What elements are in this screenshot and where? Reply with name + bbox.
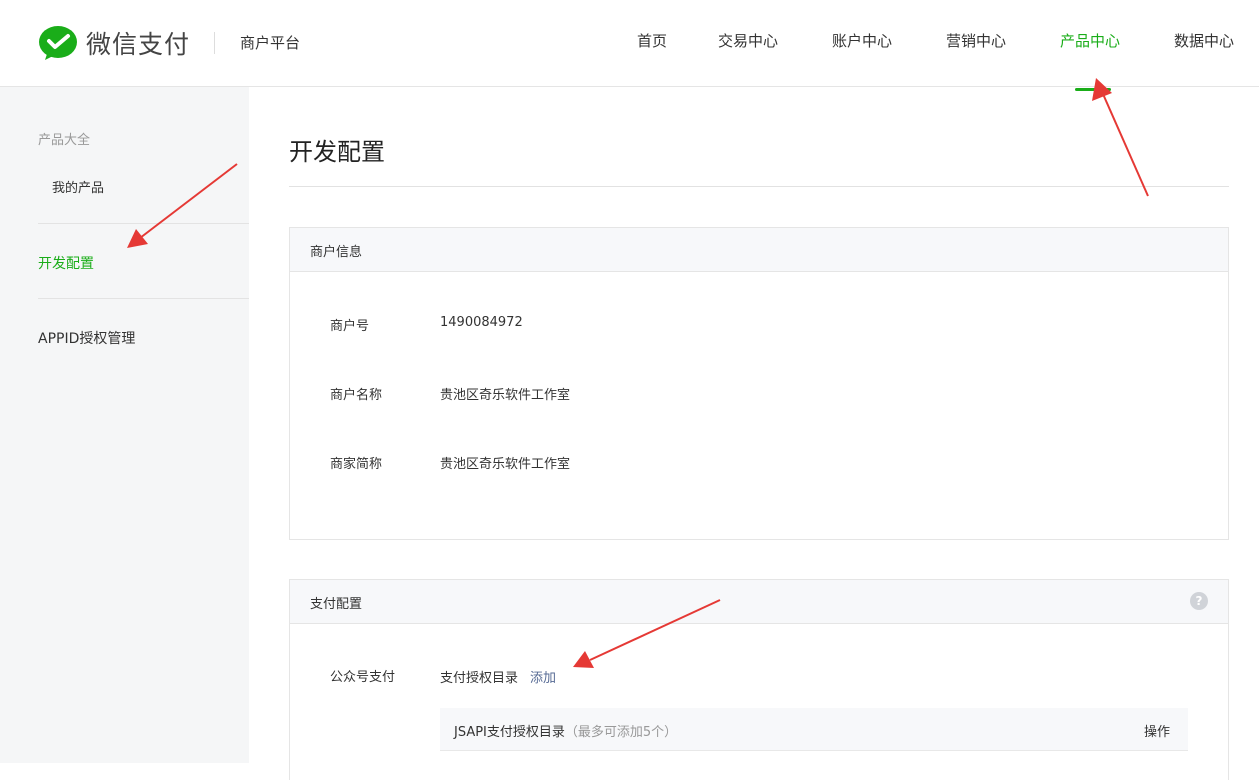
help-icon[interactable]: ? [1190,592,1208,610]
jsapi-operation-header: 操作 [1143,725,1170,740]
top-header: 微信支付 商户平台 首页 交易中心 账户中心 营销中心 产品中心 数据中心 [0,0,1259,91]
sidebar-item-appid-auth[interactable]: APPID授权管理 [38,328,135,348]
merchant-short-name-value: 贵池区奇乐软件工作室 [440,457,571,472]
sidebar: 产品大全 我的产品 开发配置 APPID授权管理 [0,87,249,763]
sidebar-divider [38,223,249,224]
page-title: 开发配置 [289,138,385,166]
merchant-name-label: 商户名称 [330,388,383,403]
jsapi-auth-dir-title: JSAPI支付授权目录（最多可添加5个） [454,721,677,740]
merchant-info-title: 商户信息 [310,245,363,260]
merchant-info-header: 商户信息 [290,228,1228,272]
merchant-info-panel: 商户信息 商户号 1490084972 商户名称 贵池区奇乐软件工作室 商家简称… [289,227,1229,540]
title-divider [289,186,1229,187]
nav-marketing-center[interactable]: 营销中心 [946,30,1006,51]
arrow-to-product-center [1092,78,1149,197]
add-auth-dir-link[interactable]: 添加 [530,671,556,686]
payment-config-panel: 支付配置 ? 公众号支付 支付授权目录 添加 JSAPI支付授权目录（最多可添加5… [289,579,1229,780]
nav-trade-center[interactable]: 交易中心 [718,30,778,51]
payment-auth-dir-label: 支付授权目录 [440,671,519,686]
sidebar-divider [38,298,249,299]
nav-data-center[interactable]: 数据中心 [1174,30,1234,51]
nav-product-center[interactable]: 产品中心 [1060,30,1120,51]
jsapi-auth-dir-table-header: JSAPI支付授权目录（最多可添加5个） 操作 [440,708,1188,751]
sidebar-item-my-products[interactable]: 我的产品 [52,177,104,196]
jsapi-title-text: JSAPI支付授权目录 [454,725,565,740]
merchant-id-label: 商户号 [330,319,370,334]
merchant-id-value: 1490084972 [440,315,523,330]
main-nav: 首页 交易中心 账户中心 营销中心 产品中心 数据中心 [0,30,1259,91]
merchant-short-name-label: 商家简称 [330,457,383,472]
sidebar-item-dev-config[interactable]: 开发配置 [38,253,94,273]
official-account-pay-label: 公众号支付 [330,670,396,685]
nav-home[interactable]: 首页 [637,30,667,51]
payment-config-header: 支付配置 ? [290,580,1228,624]
payment-config-title: 支付配置 [310,597,363,612]
payment-auth-dir: 支付授权目录 添加 [440,667,556,686]
sidebar-group-title: 产品大全 [38,133,91,148]
nav-account-center[interactable]: 账户中心 [832,30,892,51]
jsapi-limit-note: （最多可添加5个） [564,725,678,740]
nav-active-underline [1075,88,1111,91]
merchant-name-value: 贵池区奇乐软件工作室 [440,388,571,403]
